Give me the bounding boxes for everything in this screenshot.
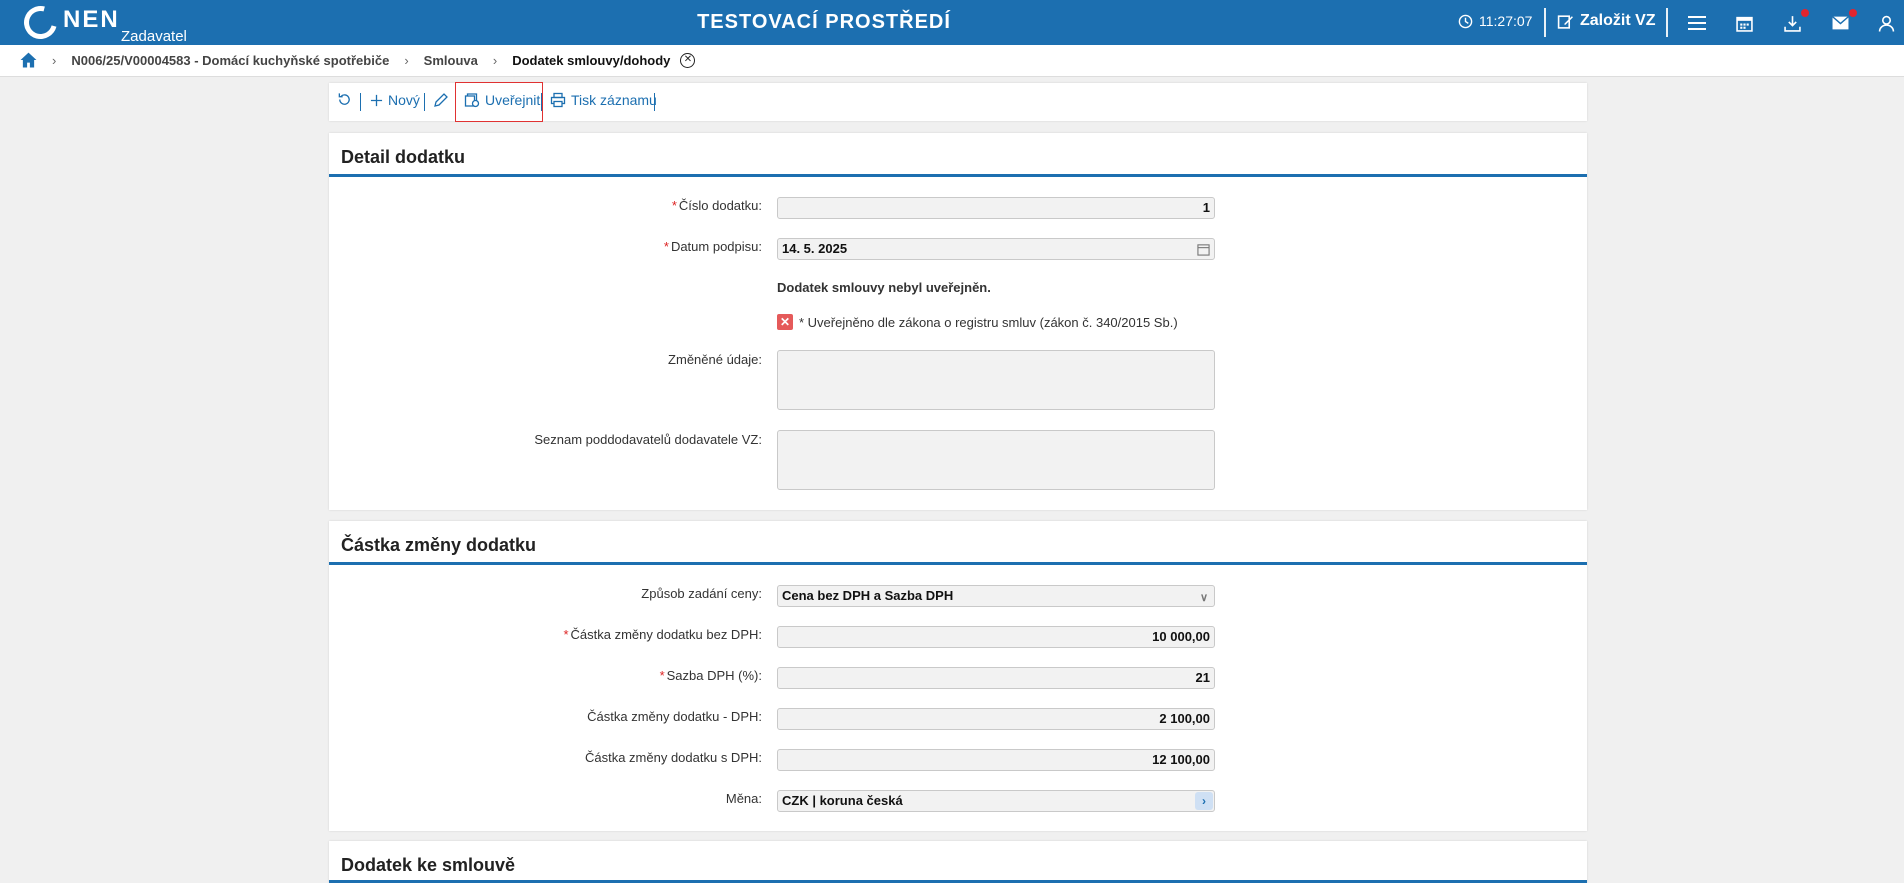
clock-icon [1458, 14, 1473, 28]
toolbar-divider [360, 93, 361, 111]
vat-rate-label: * Sazba DPH (%): [659, 668, 762, 683]
attachment-panel: Dodatek ke smlouvě [329, 841, 1587, 883]
currency-label: Měna: [725, 791, 762, 806]
printer-icon [550, 92, 566, 108]
home-icon[interactable] [20, 52, 37, 68]
price-mode-select[interactable]: Cena bez DPH a Sazba DPH ∨ [777, 585, 1215, 607]
amount-panel-header: Částka změny dodatku [329, 521, 1587, 565]
clock-time: 11:27:07 [1479, 13, 1533, 29]
changed-data-textarea[interactable] [777, 350, 1215, 410]
attachment-panel-title: Dodatek ke smlouvě [341, 855, 516, 875]
user-button[interactable] [1875, 12, 1897, 34]
currency-field[interactable]: CZK | koruna česká › [777, 790, 1215, 812]
amendment-number-label: * Číslo dodatku: [671, 198, 762, 213]
pencil-icon [434, 93, 448, 107]
breadcrumb-item-tender[interactable]: N006/25/V00004583 - Domácí kuchyňské spo… [71, 53, 389, 68]
chevron-right-icon: › [52, 52, 57, 68]
breadcrumb-item-amendment: Dodatek smlouvy/dohody [512, 52, 671, 68]
mail-icon [1831, 16, 1849, 30]
attachment-panel-header: Dodatek ke smlouvě [329, 841, 1587, 883]
without-vat-field[interactable]: 10 000,00 [777, 626, 1215, 648]
top-bar: NEN Zadavatel TESTOVACÍ PROSTŘEDÍ 11:27:… [0, 0, 1904, 46]
vat-amount-label: Částka změny dodatku - DPH: [587, 709, 762, 724]
currency-value: CZK | koruna česká [782, 793, 903, 808]
publish-icon [464, 93, 480, 108]
subcontractors-textarea[interactable] [777, 430, 1215, 490]
breadcrumb-bar: › N006/25/V00004583 - Domácí kuchyňské s… [0, 45, 1904, 77]
topbar-divider [1544, 8, 1546, 37]
detail-panel: Detail dodatku * Číslo dodatku: 1 * Datum … [329, 133, 1587, 510]
notification-dot [1801, 9, 1809, 17]
publish-button-label: Uveřejnit [485, 92, 541, 108]
calendar-icon [1735, 16, 1753, 32]
chevron-right-icon[interactable]: › [1195, 792, 1213, 810]
print-button[interactable]: Tisk záznamu [550, 92, 657, 108]
vat-rate-field[interactable]: 21 [777, 667, 1215, 689]
new-button-label: Nový [388, 92, 420, 108]
changed-data-label: Změněné údaje: [668, 352, 762, 367]
price-mode-value: Cena bez DPH a Sazba DPH [782, 588, 954, 603]
calendar-icon[interactable] [1197, 243, 1210, 256]
user-icon [1878, 15, 1894, 32]
breadcrumb: › N006/25/V00004583 - Domácí kuchyňské s… [20, 52, 696, 68]
price-mode-label: Způsob zadání ceny: [641, 586, 762, 601]
amount-panel-title: Částka změny dodatku [341, 535, 537, 555]
downloads-button[interactable] [1781, 9, 1809, 34]
chevron-down-icon: ∨ [1199, 592, 1208, 604]
toolbar-divider [541, 93, 542, 111]
session-clock: 11:27:07 [1458, 13, 1532, 29]
with-vat-field: 12 100,00 [777, 749, 1215, 771]
menu-icon [1688, 16, 1706, 30]
chevron-right-icon: › [492, 52, 498, 68]
register-row: ✕ * Uveřejněno dle zákona o registru sml… [777, 314, 1178, 330]
refresh-button[interactable] [337, 92, 352, 107]
edit-button[interactable] [433, 92, 449, 108]
amendment-number-field[interactable]: 1 [777, 197, 1215, 219]
environment-title: TESTOVACÍ PROSTŘEDÍ [697, 11, 951, 33]
close-icon[interactable]: ✕ [680, 52, 696, 68]
sign-date-value: 14. 5. 2025 [782, 241, 848, 256]
sign-date-field[interactable]: 14. 5. 2025 [777, 238, 1215, 260]
detail-panel-title: Detail dodatku [341, 147, 466, 167]
create-vz-label: Založit VZ [1580, 12, 1656, 29]
toolbar-divider [654, 93, 655, 111]
with-vat-label: Částka změny dodatku s DPH: [584, 750, 762, 765]
publish-button[interactable]: Uveřejnit [464, 92, 540, 108]
new-button[interactable]: Nový [370, 92, 420, 108]
create-vz-button[interactable]: Založit VZ [1557, 12, 1656, 30]
edit-icon [1557, 14, 1573, 29]
calendar-button[interactable] [1733, 12, 1755, 34]
menu-button[interactable] [1686, 12, 1708, 34]
detail-panel-header: Detail dodatku [329, 133, 1587, 177]
amount-panel: Částka změny dodatku Způsob zadání ceny:… [329, 521, 1587, 831]
plus-icon [370, 94, 383, 106]
download-icon [1783, 15, 1801, 32]
print-button-label: Tisk záznamu [571, 92, 657, 108]
register-checkbox[interactable]: ✕ [777, 314, 793, 330]
refresh-icon [338, 93, 350, 105]
not-published-note: Dodatek smlouvy nebyl uveřejněn. [777, 280, 991, 295]
action-toolbar: Nový Uveřejnit Tisk záznamu [329, 83, 1587, 121]
subcontractors-label: Seznam poddodavatelů dodavatele VZ: [534, 432, 762, 447]
without-vat-label: * Částka změny dodatku bez DPH: [563, 627, 762, 642]
sign-date-label: * Datum podpisu: [663, 239, 762, 254]
breadcrumb-item-contract[interactable]: Smlouva [424, 53, 478, 68]
toolbar-divider [455, 93, 456, 111]
topbar-divider [1666, 8, 1668, 37]
notification-dot [1849, 9, 1857, 17]
chevron-right-icon: › [404, 52, 409, 68]
vat-amount-field: 2 100,00 [777, 708, 1215, 730]
register-label: * Uveřejněno dle zákona o registru smluv… [799, 314, 1178, 330]
messages-button[interactable] [1829, 9, 1857, 34]
toolbar-divider [424, 93, 425, 111]
